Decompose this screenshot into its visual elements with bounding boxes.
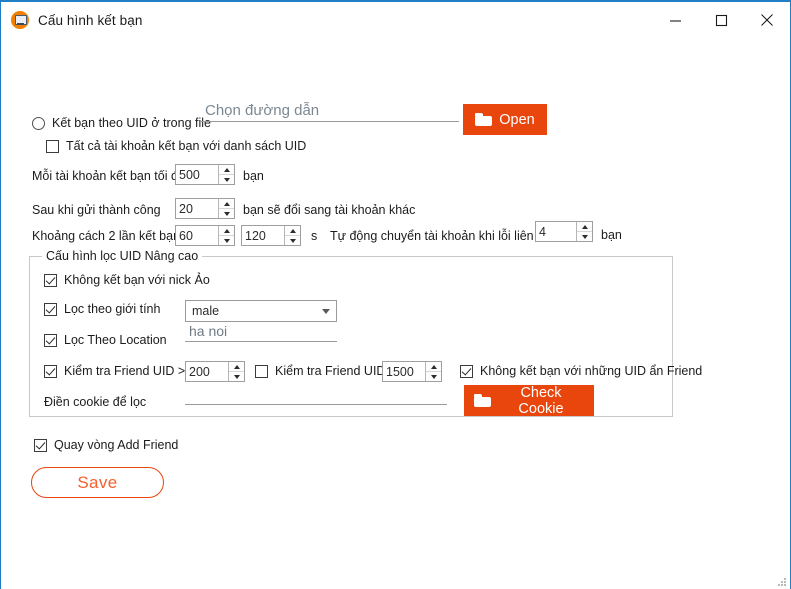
no-fake-label: Không kết bạn với nick Ảo <box>64 273 210 287</box>
stepper-up-icon[interactable] <box>285 226 300 236</box>
after-success-arrows[interactable] <box>218 199 234 218</box>
resize-grip[interactable] <box>775 575 786 586</box>
folder-icon <box>474 394 491 407</box>
friend-gt-arrows[interactable] <box>228 362 244 381</box>
uid-file-radio-row[interactable]: Kết bạn theo UID ở trong file <box>32 116 211 130</box>
auto-switch-input[interactable] <box>536 222 576 241</box>
hidden-friend-label: Không kết bạn với những UID ẩn Friend <box>480 364 703 378</box>
stepper-down-icon[interactable] <box>229 372 244 381</box>
friend-gt-checkbox[interactable] <box>44 364 57 378</box>
stepper-up-icon[interactable] <box>229 362 244 372</box>
window-controls <box>652 2 790 38</box>
stepper-down-icon[interactable] <box>219 236 234 245</box>
gender-label: Lọc theo giới tính <box>64 302 161 316</box>
gender-checkbox[interactable] <box>44 302 57 316</box>
open-button-label: Open <box>499 111 535 128</box>
hidden-friend-row[interactable]: Không kết bạn với những UID ẩn Friend <box>460 364 702 378</box>
interval-unit: s <box>311 229 318 243</box>
friend-lt-label: Kiểm tra Friend UID < <box>275 364 397 378</box>
stepper-down-icon[interactable] <box>219 175 234 184</box>
interval-min-stepper[interactable] <box>175 225 235 246</box>
friend-gt-label: Kiểm tra Friend UID > <box>64 364 186 378</box>
save-button-label: Save <box>77 472 118 492</box>
cookie-label: Điền cookie để lọc <box>44 395 147 409</box>
friend-lt-row[interactable]: Kiểm tra Friend UID < <box>255 364 396 378</box>
loop-addfriend-row[interactable]: Quay vòng Add Friend <box>34 438 178 452</box>
title-bar: Cấu hình kết bạn <box>1 2 790 38</box>
auto-switch-arrows[interactable] <box>576 222 592 241</box>
chevron-down-icon <box>322 308 330 314</box>
stepper-down-icon[interactable] <box>219 209 234 218</box>
location-input[interactable] <box>185 323 337 342</box>
auto-switch-label: Tự động chuyển tài khoản khi lỗi liên tụ… <box>330 229 554 243</box>
all-accounts-label: Tất cả tài khoản kết bạn với danh sách U… <box>66 139 307 153</box>
location-checkbox[interactable] <box>44 333 57 347</box>
max-per-account-stepper[interactable] <box>175 164 235 185</box>
loop-addfriend-checkbox[interactable] <box>34 438 47 452</box>
cookie-input[interactable] <box>185 385 447 405</box>
close-icon[interactable] <box>744 2 790 38</box>
friend-gt-input[interactable] <box>186 362 228 381</box>
max-per-account-label: Mỗi tài khoản kết bạn tối đa <box>32 169 185 183</box>
interval-max-stepper[interactable] <box>241 225 301 246</box>
hidden-friend-checkbox[interactable] <box>460 364 473 378</box>
app-monitor-icon <box>11 11 29 29</box>
max-per-account-input[interactable] <box>176 165 218 184</box>
friend-lt-stepper[interactable] <box>382 361 442 382</box>
gender-select-value: male <box>192 304 220 318</box>
max-per-account-suffix: bạn <box>243 169 264 183</box>
uid-file-radio-label: Kết bạn theo UID ở trong file <box>52 116 211 130</box>
maximize-icon[interactable] <box>698 2 744 38</box>
stepper-down-icon[interactable] <box>426 372 441 381</box>
friend-lt-checkbox[interactable] <box>255 364 268 378</box>
loop-addfriend-label: Quay vòng Add Friend <box>54 438 179 452</box>
interval-max-input[interactable] <box>242 226 284 245</box>
advanced-filter-group: Cấu hình lọc UID Nâng cao Không kết bạn … <box>29 249 702 417</box>
status-bar <box>1 571 790 589</box>
stepper-up-icon[interactable] <box>219 226 234 236</box>
auto-switch-suffix: bạn <box>601 228 622 242</box>
stepper-up-icon[interactable] <box>426 362 441 372</box>
friend-gt-stepper[interactable] <box>185 361 245 382</box>
auto-switch-stepper[interactable] <box>535 221 593 242</box>
gender-select[interactable]: male <box>185 300 337 322</box>
all-accounts-checkbox[interactable] <box>46 139 59 153</box>
file-path-input[interactable] <box>201 102 459 122</box>
form-content: Kết bạn theo UID ở trong file Open Tất c… <box>1 38 790 589</box>
window-title: Cấu hình kết bạn <box>38 12 143 28</box>
app-window: Cấu hình kết bạn Kết bạn theo UID ở tron… <box>0 0 791 589</box>
no-fake-checkbox[interactable] <box>44 273 57 287</box>
no-fake-row[interactable]: Không kết bạn với nick Ảo <box>44 273 210 287</box>
interval-label: Khoảng cách 2 lần kết bạn <box>32 229 181 243</box>
stepper-up-icon[interactable] <box>219 165 234 175</box>
location-row[interactable]: Lọc Theo Location <box>44 333 167 347</box>
after-success-suffix: bạn sẽ đổi sang tài khoản khác <box>243 203 416 217</box>
max-per-account-arrows[interactable] <box>218 165 234 184</box>
interval-min-arrows[interactable] <box>218 226 234 245</box>
friend-gt-row[interactable]: Kiểm tra Friend UID > <box>44 364 185 378</box>
friend-lt-arrows[interactable] <box>425 362 441 381</box>
check-cookie-label: Check Cookie <box>518 384 564 417</box>
interval-min-input[interactable] <box>176 226 218 245</box>
interval-max-arrows[interactable] <box>284 226 300 245</box>
gender-row[interactable]: Lọc theo giới tính <box>44 302 160 316</box>
after-success-input[interactable] <box>176 199 218 218</box>
uid-file-radio[interactable] <box>32 116 45 130</box>
stepper-down-icon[interactable] <box>577 232 592 241</box>
friend-lt-input[interactable] <box>383 362 425 381</box>
open-button[interactable]: Open <box>463 104 547 135</box>
minimize-icon[interactable] <box>652 2 698 38</box>
folder-icon <box>475 113 493 126</box>
check-cookie-button[interactable]: Check Cookie <box>464 384 594 417</box>
all-accounts-row[interactable]: Tất cả tài khoản kết bạn với danh sách U… <box>46 139 306 153</box>
stepper-down-icon[interactable] <box>285 236 300 245</box>
after-success-stepper[interactable] <box>175 198 235 219</box>
advanced-filter-group-title: Cấu hình lọc UID Nâng cao <box>42 249 203 263</box>
save-button[interactable]: Save <box>31 467 164 498</box>
stepper-up-icon[interactable] <box>219 199 234 209</box>
stepper-up-icon[interactable] <box>577 222 592 232</box>
after-success-label: Sau khi gửi thành công <box>32 203 161 217</box>
location-label: Lọc Theo Location <box>64 333 167 347</box>
